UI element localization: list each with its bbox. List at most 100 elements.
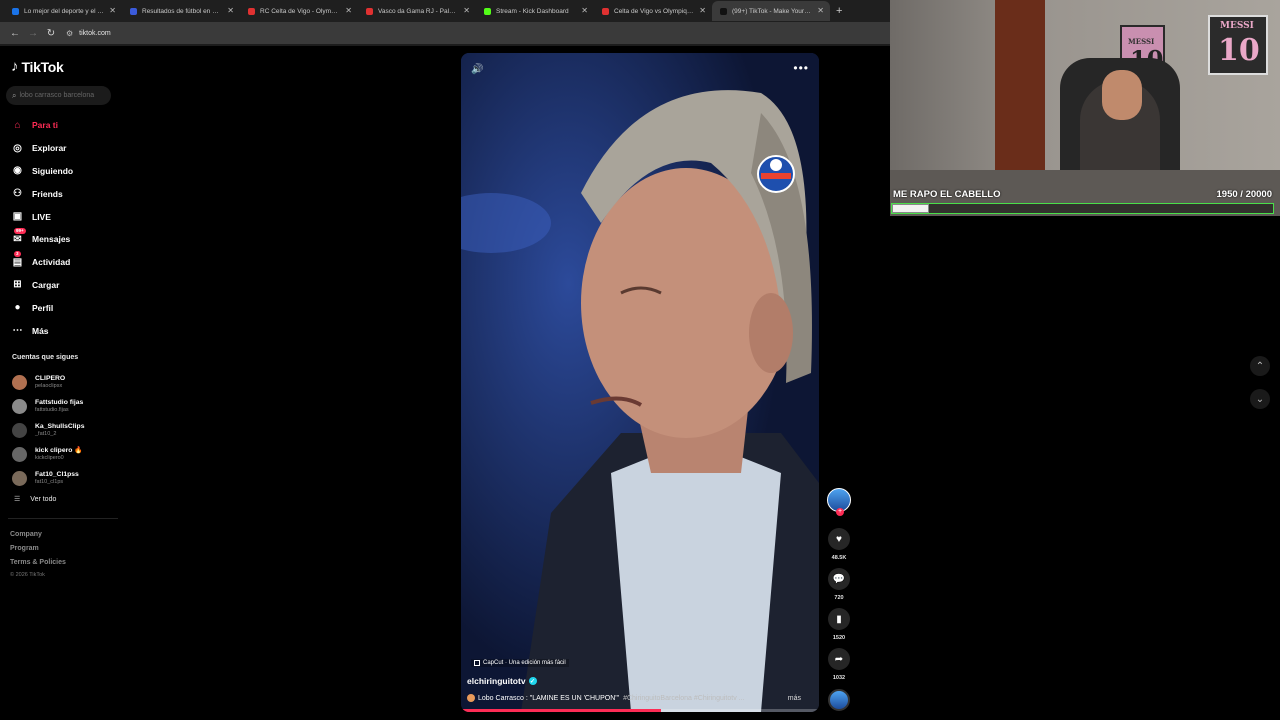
nav-label: Cargar (32, 279, 60, 290)
profile-icon: ● (14, 302, 21, 314)
creator-avatar[interactable]: + (827, 488, 851, 516)
close-tab-icon[interactable]: ✕ (227, 6, 234, 15)
bookmark-icon[interactable]: ▮ (828, 608, 850, 630)
video-progress-fill (461, 709, 662, 712)
save-count: 1520 (832, 635, 846, 641)
following-username: fattstudio.fijas (35, 407, 69, 414)
live-icon: ▣ (12, 211, 23, 223)
following-item[interactable]: Fattstudio fijas fattstudio.fijas (12, 395, 84, 419)
nav-label: Para ti (32, 120, 58, 131)
tab-favicon-icon (484, 7, 491, 15)
browser-tab[interactable]: Celta de Vigo vs Olympique Lyon ✕ (594, 1, 712, 21)
tab-label: Celta de Vigo vs Olympique Lyon (614, 7, 694, 15)
more-options-icon[interactable]: ••• (793, 61, 809, 75)
following-item[interactable]: kick clipero 🔥 kickclipero0 (12, 442, 84, 466)
new-tab-icon[interactable]: + (836, 5, 842, 17)
share-icon[interactable]: ➦ (828, 648, 850, 670)
video-caption[interactable]: Lobo Carrasco : "LAMINE ES UN 'CHUPON'" … (467, 694, 807, 702)
footer-company[interactable]: Company (10, 528, 66, 542)
tab-favicon-icon (248, 7, 255, 15)
comment-icon[interactable]: 💬 (828, 568, 850, 590)
following-item[interactable]: Fat10_Cl1pss fat10_cl1ps (12, 466, 84, 490)
address-field[interactable]: ⚙ tiktok.com (66, 29, 111, 38)
video-progress-bar[interactable] (461, 709, 819, 712)
browser-tab[interactable]: RC Celta de Vigo - Olympique Lyon ✕ (240, 1, 358, 21)
avatar (12, 470, 27, 486)
activity-icon: ▤ (12, 256, 23, 268)
nav-item[interactable]: ⚇ Friends (11, 182, 73, 205)
caption-more-link[interactable]: más (788, 695, 801, 702)
volume-icon[interactable]: 🔊 (471, 64, 483, 75)
close-tab-icon[interactable]: ✕ (109, 6, 116, 15)
previous-video-button[interactable]: ⌃ (1250, 356, 1270, 376)
forward-icon[interactable]: → (24, 28, 42, 39)
nav-item[interactable]: ✉ Mensajes 99+ (11, 227, 73, 251)
nav-badge: 99+ (14, 227, 26, 234)
nav-item[interactable]: ⌂ Para ti (11, 114, 73, 137)
close-tab-icon[interactable]: ✕ (699, 6, 706, 15)
nav-item[interactable]: ⊞ Cargar (11, 274, 73, 297)
nav-item[interactable]: ▣ LIVE (11, 205, 73, 228)
tab-label: Lo mejor del deporte y el entretenimient… (24, 7, 104, 15)
following-name: Fattstudio fijas (35, 399, 84, 407)
music-disc-icon[interactable] (828, 689, 850, 711)
back-icon[interactable]: ← (6, 28, 24, 39)
next-video-button[interactable]: ⌄ (1250, 389, 1270, 409)
site-settings-icon[interactable]: ⚙ (66, 29, 73, 38)
nav-label: Siguiendo (32, 165, 74, 176)
tab-label: Stream - Kick Dashboard (496, 7, 569, 15)
capcut-tag[interactable]: CapCut · Una edición más fácil (471, 659, 569, 667)
nav-item[interactable]: ▤ Actividad 3 (11, 250, 73, 274)
close-tab-icon[interactable]: ✕ (581, 6, 588, 15)
caption-hashtags[interactable]: #ChiringuitoBarcelona #Chiringuitotv ... (623, 695, 744, 702)
browser-tab[interactable]: (99+) TikTok - Make Your Day ✕ (712, 1, 830, 21)
tab-label: RC Celta de Vigo - Olympique Lyon (260, 7, 340, 15)
footer-terms[interactable]: Terms & Policies (10, 556, 66, 570)
heart-icon[interactable]: ♥ (828, 528, 850, 550)
close-tab-icon[interactable]: ✕ (463, 6, 470, 15)
see-all-link[interactable]: ☰ Ver todo (14, 495, 57, 504)
save-action[interactable]: ▮ 1520 (827, 608, 851, 641)
nav-label: Perfil (32, 302, 54, 313)
goal-current: 1950 (1216, 189, 1238, 200)
nav-item[interactable]: ◎ Explorar (11, 137, 73, 160)
goal-progress-bar (891, 203, 1274, 214)
browser-tab[interactable]: Lo mejor del deporte y el entretenimient… (4, 1, 122, 21)
footer-program[interactable]: Program (10, 542, 66, 556)
follow-plus-icon[interactable]: + (836, 508, 844, 516)
browser-tab[interactable]: Resultados de fútbol en directo ✕ (122, 1, 240, 21)
nav-item[interactable]: ◉ Siguiendo (11, 160, 73, 183)
nav-label: Más (32, 325, 49, 336)
following-icon: ◉ (13, 165, 22, 177)
following-username: fat10_cl1ps (35, 478, 64, 485)
following-item[interactable]: CLIPERO pelaoclipsx (12, 371, 84, 395)
share-action[interactable]: ➦ 1032 (827, 648, 851, 681)
following-name: CLIPERO (35, 375, 66, 383)
see-all-label: Ver todo (30, 495, 57, 503)
nav-label: Mensajes (32, 234, 71, 245)
author-name: elchiringuitotv (467, 676, 526, 686)
reload-icon[interactable]: ↻ (42, 28, 60, 39)
messages-icon: ✉ (13, 233, 22, 245)
nav-item[interactable]: ● Perfil (11, 296, 73, 319)
tab-label: (99+) TikTok - Make Your Day (732, 7, 812, 15)
action-bar: + ♥ 48.5K 💬 720 ▮ 1520 ➦ 1032 (827, 488, 851, 681)
sidebar-divider (8, 518, 118, 519)
following-list: CLIPERO pelaoclipsx Fattstudio fijas fattst… (12, 371, 84, 490)
browser-tab[interactable]: Stream - Kick Dashboard ✕ (476, 1, 594, 21)
close-tab-icon[interactable]: ✕ (345, 6, 352, 15)
following-item[interactable]: Ka_ShullsClips _fat10_2 (12, 419, 84, 443)
browser-tab[interactable]: Vasco da Gama RJ - Palmeiras ✕ (358, 1, 476, 21)
nav-item[interactable]: ⋯ Más (11, 319, 73, 342)
tiktok-logo[interactable]: ♪ TikTok (11, 58, 64, 75)
list-icon: ☰ (14, 496, 21, 503)
video-player[interactable]: 🔊 ••• CapCut · Una edición más fácil elc… (461, 53, 819, 712)
tab-favicon-icon (12, 7, 19, 15)
search-input[interactable]: ⌕ lobo carrasco barcelona (6, 86, 111, 105)
like-action[interactable]: ♥ 48.5K (827, 528, 851, 561)
tab-favicon-icon (130, 7, 137, 15)
close-tab-icon[interactable]: ✕ (817, 6, 824, 15)
comment-action[interactable]: 💬 720 (827, 568, 851, 601)
video-author[interactable]: elchiringuitotv ✓ (467, 676, 537, 686)
search-icon: ⌕ (12, 90, 17, 100)
